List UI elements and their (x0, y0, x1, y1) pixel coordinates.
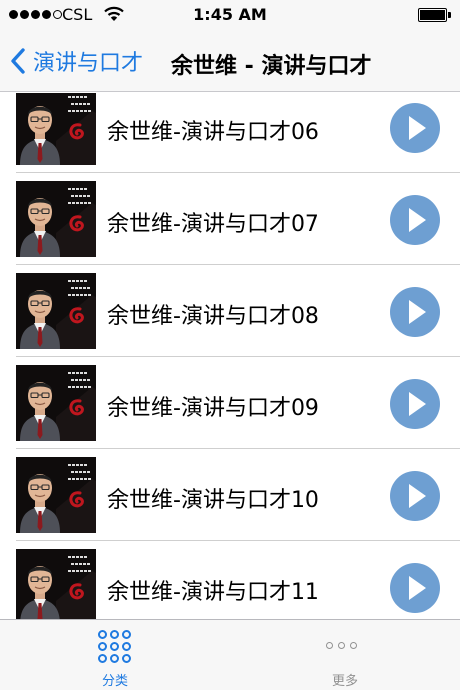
page-title: 余世维 - 演讲与口才 (171, 54, 372, 79)
speaker-thumbnail (16, 93, 96, 165)
list-item[interactable]: 余世维-演讲与口才07 (0, 173, 460, 265)
play-button-icon[interactable] (390, 471, 440, 521)
play-button-icon[interactable] (390, 563, 440, 613)
speaker-thumbnail (16, 365, 96, 441)
grid-icon (98, 630, 132, 664)
battery-icon (418, 8, 447, 22)
speaker-thumbnail (16, 457, 96, 533)
chevron-left-icon (11, 48, 25, 74)
play-button-icon[interactable] (390, 103, 440, 153)
speaker-thumbnail (16, 181, 96, 257)
list-item[interactable]: 余世维-演讲与口才06 (0, 93, 460, 173)
list-item[interactable]: 余世维-演讲与口才08 (0, 265, 460, 357)
play-button-icon[interactable] (390, 379, 440, 429)
status-bar: CSL 1:45 AM (0, 0, 460, 30)
tab-bar: 分类 更多 (0, 619, 460, 690)
tab-more[interactable]: 更多 (230, 620, 460, 690)
tab-category-label: 分类 (101, 674, 128, 689)
list-item[interactable]: 余世维-演讲与口才10 (0, 449, 460, 541)
tab-category[interactable]: 分类 (0, 620, 230, 690)
back-button-label: 演讲与口才 (33, 51, 144, 76)
list-item-title: 余世维-演讲与口才07 (107, 212, 319, 237)
speaker-thumbnail (16, 273, 96, 349)
tab-more-label: 更多 (331, 674, 358, 689)
more-icon (326, 642, 357, 649)
back-button[interactable]: 演讲与口才 (10, 44, 143, 78)
episode-list: 余世维-演讲与口才06 余世维-演讲与口才07 余世维-演讲与口才08 余世维-演讲与… (0, 93, 460, 619)
list-item-title: 余世维-演讲与口才08 (107, 304, 319, 329)
list-item[interactable]: 余世维-演讲与口才11 (0, 541, 460, 619)
play-button-icon[interactable] (390, 195, 440, 245)
play-button-icon[interactable] (390, 287, 440, 337)
speaker-thumbnail (16, 549, 96, 619)
navigation-bar: 演讲与口才 余世维 - 演讲与口才 (0, 30, 460, 92)
list-item-title: 余世维-演讲与口才11 (107, 580, 319, 605)
list-item-title: 余世维-演讲与口才06 (107, 120, 319, 145)
list-item-title: 余世维-演讲与口才10 (107, 488, 319, 513)
battery-level (420, 10, 445, 20)
list-item[interactable]: 余世维-演讲与口才09 (0, 357, 460, 449)
status-time: 1:45 AM (193, 5, 267, 24)
list-item-title: 余世维-演讲与口才09 (107, 396, 319, 421)
